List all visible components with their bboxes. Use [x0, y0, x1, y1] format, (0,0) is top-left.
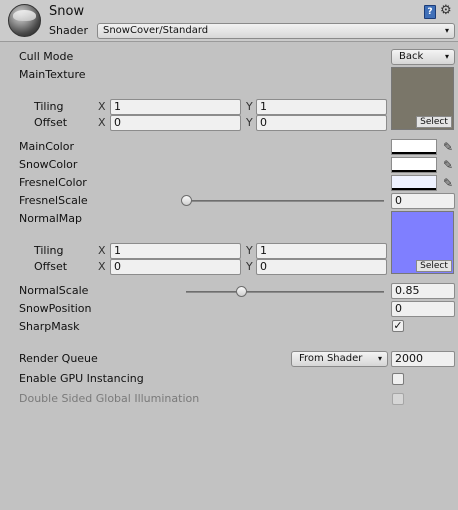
main-color-label: MainColor: [19, 140, 74, 153]
normal-map-thumbnail[interactable]: Select: [391, 211, 454, 274]
help-book-icon[interactable]: ?: [424, 5, 436, 19]
normal-tiling-label: Tiling: [34, 244, 64, 257]
normal-offset-y-field[interactable]: 0: [256, 259, 387, 275]
sharp-mask-label: SharpMask: [19, 320, 80, 333]
double-sided-gi-checkbox: [392, 393, 404, 405]
snow-color-swatch[interactable]: [391, 157, 437, 173]
fresnel-color-label: FresnelColor: [19, 176, 87, 189]
fresnel-scale-label: FresnelScale: [19, 194, 88, 207]
checkmark-icon: ✓: [393, 319, 403, 332]
normal-offset-label: Offset: [34, 260, 68, 273]
normal-scale-field[interactable]: 0.85: [391, 283, 455, 299]
main-offset-y-label: Y: [246, 116, 253, 129]
main-tiling-label: Tiling: [34, 100, 64, 113]
main-tiling-x-label: X: [98, 100, 106, 113]
sharp-mask-checkbox[interactable]: ✓: [392, 320, 404, 332]
gpu-instancing-checkbox[interactable]: [392, 373, 404, 385]
normal-map-select-button[interactable]: Select: [416, 260, 452, 272]
normal-tiling-x-label: X: [98, 244, 106, 257]
normal-offset-y-label: Y: [246, 260, 253, 273]
chevron-down-icon: ▾: [377, 354, 382, 363]
shader-label: Shader: [49, 24, 88, 37]
material-title: Snow: [49, 4, 85, 19]
fresnel-scale-field[interactable]: 0: [391, 193, 455, 209]
gear-icon[interactable]: ⚙: [440, 3, 452, 18]
fresnel-color-swatch[interactable]: [391, 175, 437, 191]
render-queue-label: Render Queue: [19, 352, 98, 365]
normal-scale-slider-handle[interactable]: [236, 286, 248, 297]
normal-scale-label: NormalScale: [19, 284, 89, 297]
snow-position-field[interactable]: 0: [391, 301, 455, 317]
main-tiling-y-field[interactable]: 1: [256, 99, 387, 115]
chevron-down-icon: ▾: [444, 26, 449, 35]
main-offset-x-field[interactable]: 0: [110, 115, 241, 131]
material-preview-sphere: [8, 4, 41, 37]
main-color-swatch[interactable]: [391, 139, 437, 155]
cull-mode-dropdown[interactable]: Back ▾: [391, 49, 455, 65]
eyedropper-icon[interactable]: ✎: [441, 157, 455, 173]
normal-tiling-y-field[interactable]: 1: [256, 243, 387, 259]
main-texture-select-button[interactable]: Select: [416, 116, 452, 128]
render-queue-source-dropdown[interactable]: From Shader ▾: [291, 351, 388, 367]
cull-mode-label: Cull Mode: [19, 50, 74, 63]
main-offset-x-label: X: [98, 116, 106, 129]
normal-offset-x-label: X: [98, 260, 106, 273]
render-queue-source-value: From Shader: [299, 353, 363, 364]
main-tiling-x-field[interactable]: 1: [110, 99, 241, 115]
normal-tiling-x-field[interactable]: 1: [110, 243, 241, 259]
eyedropper-icon[interactable]: ✎: [441, 175, 455, 191]
shader-dropdown[interactable]: SnowCover/Standard ▾: [97, 23, 455, 39]
normal-offset-x-field[interactable]: 0: [110, 259, 241, 275]
shader-dropdown-value: SnowCover/Standard: [103, 25, 209, 36]
main-offset-label: Offset: [34, 116, 68, 129]
double-sided-gi-label: Double Sided Global Illumination: [19, 392, 200, 405]
eyedropper-icon[interactable]: ✎: [441, 139, 455, 155]
gpu-instancing-label: Enable GPU Instancing: [19, 372, 144, 385]
main-texture-label: MainTexture: [19, 68, 86, 81]
chevron-down-icon: ▾: [444, 52, 449, 61]
main-texture-thumbnail[interactable]: Select: [391, 67, 454, 130]
fresnel-scale-slider-track[interactable]: [186, 200, 384, 202]
snow-position-label: SnowPosition: [19, 302, 92, 315]
render-queue-field[interactable]: 2000: [391, 351, 455, 367]
normal-scale-slider-track[interactable]: [186, 291, 384, 293]
snow-color-label: SnowColor: [19, 158, 78, 171]
main-offset-y-field[interactable]: 0: [256, 115, 387, 131]
normal-map-label: NormalMap: [19, 212, 83, 225]
normal-tiling-y-label: Y: [246, 244, 253, 257]
fresnel-scale-slider-handle[interactable]: [181, 195, 192, 206]
cull-mode-value: Back: [399, 51, 424, 62]
main-tiling-y-label: Y: [246, 100, 253, 113]
